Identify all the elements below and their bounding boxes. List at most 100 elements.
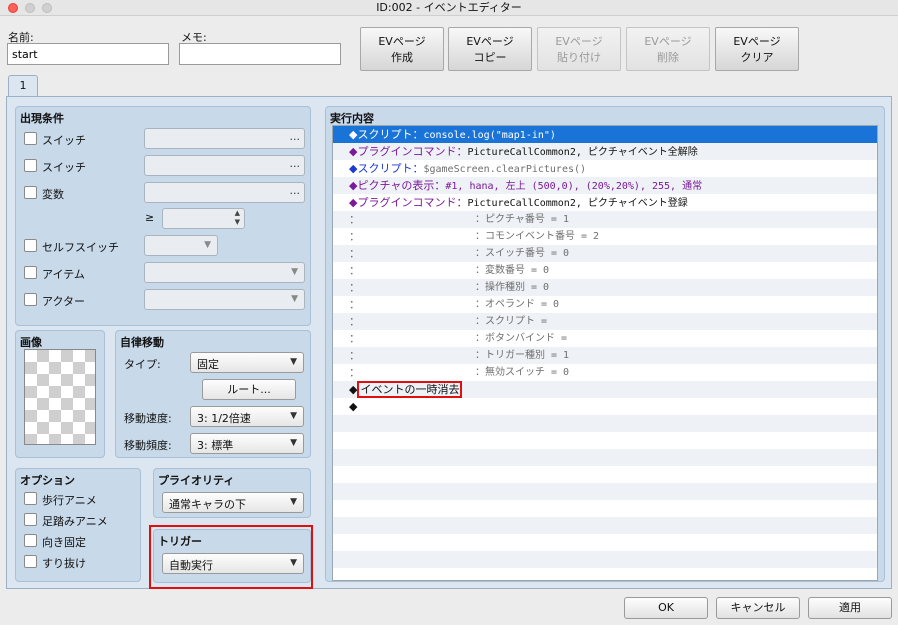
spinner-arrows-icon[interactable]: ▲ ▼ [235,209,240,227]
contents-title: 実行内容 [330,112,374,125]
walking-anim-checkbox[interactable] [24,492,37,505]
new-page-button[interactable]: EVページ 作成 [360,27,444,71]
list-item[interactable]: ： ：コモンイベント番号 = 2 [333,228,877,245]
list-item[interactable]: ： ：ボタンバインド = [333,330,877,347]
close-window-icon[interactable] [8,3,18,13]
copy-page-label-2: コピー [473,51,507,64]
clear-page-button[interactable]: EVページ クリア [715,27,799,71]
through-checkbox[interactable] [24,555,37,568]
self-switch-select[interactable]: ▼ [144,235,218,256]
switch1-select[interactable]: ... [144,128,305,149]
list-item[interactable]: ： ：操作種別 = 0 [333,279,877,296]
variable-value-spinner[interactable]: ▲ ▼ [162,208,245,229]
chevron-down-icon: ▼ [290,357,297,367]
switch1-dots: ... [289,130,301,143]
list-item[interactable]: ◆スクリプト：$gameScreen.clearPictures() [333,160,877,177]
apply-button[interactable]: 適用 [808,597,892,619]
memo-input[interactable] [179,43,341,65]
options-title: オプション [20,474,75,487]
command-head: ◆スクリプト： [349,128,424,141]
erase-event-highlight: イベントの一時消去 [357,381,463,398]
tab-page-1[interactable]: 1 [8,75,38,97]
actor-label: アクター [42,295,86,308]
direction-fix-checkbox[interactable] [24,534,37,547]
variable-checkbox[interactable] [24,186,37,199]
route-button[interactable]: ルート... [202,379,296,400]
list-item[interactable]: ： ：オペランド = 0 [333,296,877,313]
switch2-checkbox[interactable] [24,159,37,172]
title-bar: ID:002 - イベントエディター [0,0,898,16]
switch1-checkbox[interactable] [24,132,37,145]
actor-select[interactable]: ▼ [144,289,305,310]
switch2-label: スイッチ [42,161,86,174]
command-body: ：ピクチャ番号 = 1 [475,214,569,225]
switch1-label: スイッチ [42,134,86,147]
list-item[interactable]: ： ：トリガー種別 = 1 [333,347,877,364]
priority-title: プライオリティ [158,474,235,487]
command-head: ◆プラグインコマンド： [349,196,468,209]
page-content: 出現条件 スイッチ ... スイッチ ... 変数 ... ≥ ▲ ▼ セルフスイ… [6,96,892,589]
command-head: ： [349,230,360,243]
trigger-highlight-box [149,525,313,589]
delete-page-label-1: EVページ [644,35,692,48]
chevron-down-icon: ▼ [204,240,211,250]
switch2-dots: ... [289,157,301,170]
move-frequency-value: 3: 標準 [197,439,234,452]
list-item[interactable]: ◆ピクチャの表示：#1, hana, 左上 (500,0), (20%,20%)… [333,177,877,194]
list-item[interactable]: ◆プラグインコマンド：PictureCallCommon2, ピクチャイベント登… [333,194,877,211]
list-item[interactable]: ◆ [333,398,877,415]
conditions-panel: 出現条件 スイッチ ... スイッチ ... 変数 ... ≥ ▲ ▼ セルフスイ… [15,106,311,326]
copy-page-button[interactable]: EVページ コピー [448,27,532,71]
item-label: アイテム [42,268,85,281]
command-head: ： [349,366,360,379]
move-type-label: タイプ: [124,358,161,371]
command-body: ：ボタンバインド = [475,333,568,344]
actor-checkbox[interactable] [24,293,37,306]
priority-select[interactable]: 通常キャラの下 ▼ [162,492,304,513]
move-speed-select[interactable]: 3: 1/2倍速 ▼ [190,406,304,427]
list-item[interactable]: ◆プラグインコマンド：PictureCallCommon2, ピクチャイベント全… [333,143,877,160]
list-item[interactable]: ◆ イベントの一時消去 [333,381,877,398]
move-frequency-select[interactable]: 3: 標準 ▼ [190,433,304,454]
through-label: すり抜け [42,557,86,570]
self-switch-checkbox[interactable] [24,239,37,252]
clear-page-label-1: EVページ [733,35,781,48]
paste-page-button[interactable]: EVページ 貼り付け [537,27,621,71]
switch2-select[interactable]: ... [144,155,305,176]
variable-select[interactable]: ... [144,182,305,203]
command-body: ：変数番号 = 0 [475,265,550,276]
event-image-preview[interactable] [24,349,96,445]
paste-page-label-1: EVページ [555,35,603,48]
autonomous-movement-panel: 自律移動 タイプ: 固定 ▼ ルート... 移動速度: 3: 1/2倍速 ▼ 移… [115,330,311,458]
move-frequency-label: 移動頻度: [124,439,172,452]
item-select[interactable]: ▼ [144,262,305,283]
ok-button[interactable]: OK [624,597,708,619]
cancel-button[interactable]: キャンセル [716,597,800,619]
list-item[interactable]: ◆スクリプト：console.log("map1-in") [333,126,877,143]
new-page-label-2: 作成 [391,51,413,64]
delete-page-button[interactable]: EVページ 削除 [626,27,710,71]
list-item[interactable]: ： ：無効スイッチ = 0 [333,364,877,381]
move-type-select[interactable]: 固定 ▼ [190,352,304,373]
variable-dots: ... [289,184,301,197]
command-head: ： [349,349,360,362]
variable-label: 変数 [42,188,64,201]
command-head: ◆ [349,400,358,413]
item-checkbox[interactable] [24,266,37,279]
event-editor-window: ID:002 - イベントエディター 名前: メモ: EVページ 作成 EVペー… [0,0,898,625]
command-body: ：スイッチ番号 = 0 [475,248,570,259]
chevron-down-icon: ▼ [290,411,297,421]
options-panel: オプション 歩行アニメ 足踏みアニメ 向き固定 すり抜け [15,468,141,582]
stepping-anim-checkbox[interactable] [24,513,37,526]
command-list[interactable]: ◆スクリプト：console.log("map1-in") ◆プラグインコマンド… [332,125,878,581]
move-speed-label: 移動速度: [124,412,172,425]
command-head: ： [349,281,360,294]
name-input[interactable] [7,43,169,65]
command-body: ：無効スイッチ = 0 [475,367,570,378]
list-item[interactable]: ： ：変数番号 = 0 [333,262,877,279]
image-title: 画像 [20,336,42,349]
list-item[interactable]: ： ：スイッチ番号 = 0 [333,245,877,262]
command-head: ： [349,247,360,260]
list-item[interactable]: ： ：スクリプト = [333,313,877,330]
list-item[interactable]: ： ：ピクチャ番号 = 1 [333,211,877,228]
